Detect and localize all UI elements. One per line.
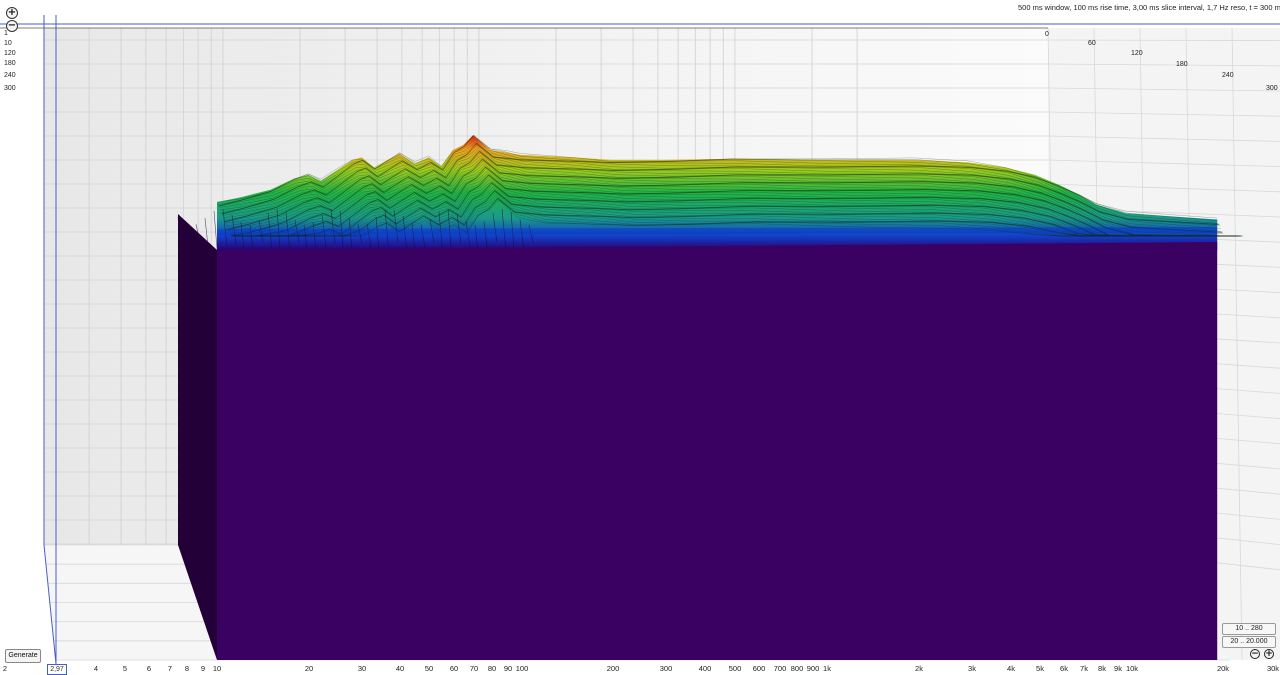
x-tick-label: 6k [1060,664,1068,673]
x-tick-label: 700 [774,664,787,673]
surface-base-band [216,227,1218,235]
x-tick-label: 30k [1267,664,1279,673]
left-axis-label: 1 [4,30,8,37]
x-tick-label: 8k [1098,664,1106,673]
x-tick-label: 4 [94,664,98,673]
x-tick-label: 10k [1126,664,1138,673]
left-axis-label: 180 [4,60,16,67]
x-tick-label: 50 [425,664,433,673]
x-tick-label: 7 [168,664,172,673]
x-tick-label: 800 [791,664,804,673]
x-tick-label: 20 [305,664,313,673]
x-tick-label: 2 [3,664,7,673]
x-tick-label: 2k [915,664,923,673]
x-tick-label: 600 [753,664,766,673]
x-tick-label: 3k [968,664,976,673]
x-tick-label: 300 [660,664,673,673]
zoom-in-icon[interactable]: + [6,7,18,19]
depth-tick-label: 0 [1045,31,1049,38]
zoom-out-icon[interactable]: − [6,20,18,32]
x-tick-label: 40 [396,664,404,673]
zoom-in-icon[interactable]: + [1264,649,1274,659]
x-tick-label: 90 [504,664,512,673]
depth-tick-label: 180 [1176,61,1188,68]
depth-tick-label: 120 [1131,50,1143,57]
x-tick-label: 80 [488,664,496,673]
x-tick-label: 900 [807,664,820,673]
front-wall [217,242,1218,660]
x-tick-label: 10 [213,664,221,673]
x-tick-label: 200 [607,664,620,673]
x-tick-label: 8 [185,664,189,673]
chart-title: 500 ms window, 100 ms rise time, 3,00 ms… [1018,3,1280,12]
x-tick-label: 20k [1217,664,1229,673]
depth-tick-label: 240 [1222,72,1234,79]
x-tick-label: 5k [1036,664,1044,673]
x-tick-label: 9k [1114,664,1122,673]
depth-tick-label: 300 [1266,85,1278,92]
x-tick-label: 5 [123,664,127,673]
x-tick-label: 60 [450,664,458,673]
zoom-range-button-a[interactable]: 10 .. 280 [1222,623,1276,635]
left-axis-label: 240 [4,72,16,79]
left-axis-label: 300 [4,85,16,92]
left-axis-label: 120 [4,50,16,57]
zoom-out-icon[interactable]: − [1250,649,1260,659]
x-tick-label: 70 [470,664,478,673]
x-tick-label: 500 [729,664,742,673]
left-axis-label: 10 [4,40,12,47]
x-tick-label: 100 [516,664,529,673]
x-tick-label: 4k [1007,664,1015,673]
depth-tick-label: 60 [1088,40,1096,47]
x-tick-label: 7k [1080,664,1088,673]
cursor-x-value[interactable]: 2,97 [47,664,67,675]
waterfall-plot[interactable]: 2 4 5 6 7 8 9 10 20 30 40 50 60 70 80 90 100 200 300 400 500… [0,0,1280,674]
x-tick-label: 9 [201,664,205,673]
zoom-range-button-b[interactable]: 20 .. 20.000 [1222,636,1276,648]
generate-button[interactable]: Generate [5,649,41,663]
x-tick-label: 6 [147,664,151,673]
x-tick-label: 400 [699,664,712,673]
x-tick-label: 30 [358,664,366,673]
x-tick-label: 1k [823,664,831,673]
